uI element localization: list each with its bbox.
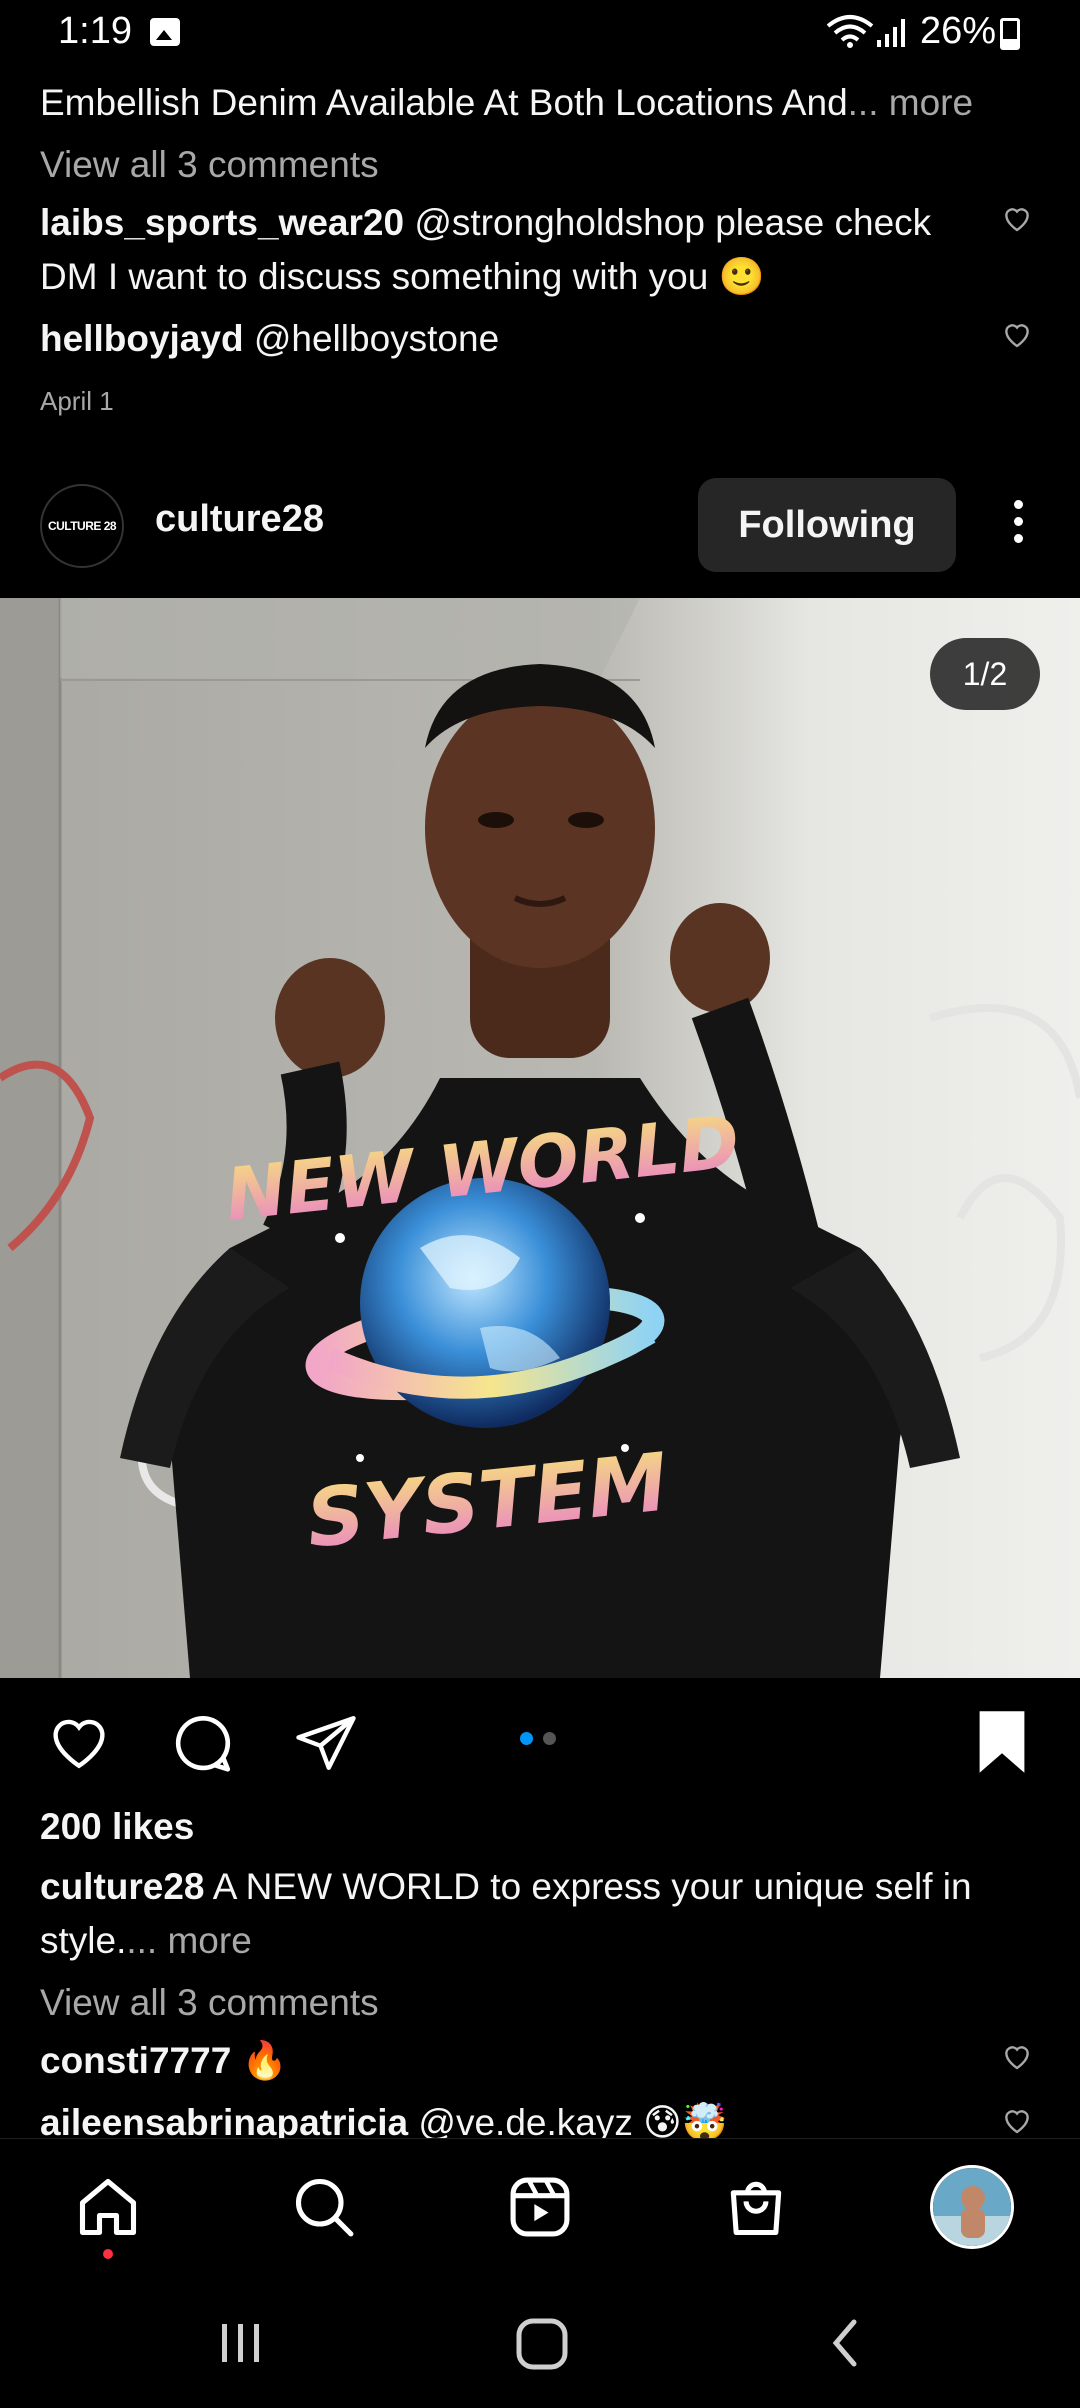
comment-like-heart-icon[interactable] — [1000, 318, 1034, 350]
prev-view-comments[interactable]: View all 3 comments — [40, 138, 379, 192]
prev-post-date: April 1 — [40, 386, 114, 416]
back-icon[interactable] — [826, 2318, 866, 2368]
prev-comment-2: hellboyjayd @hellboystone — [40, 312, 499, 366]
post-caption: culture28 A NEW WORLD to express your un… — [40, 1860, 1040, 1968]
battery-icon — [1000, 18, 1020, 50]
status-bar: 1:19 26% — [0, 0, 1080, 64]
comment-text: @hellboystone — [253, 318, 500, 359]
bottom-navigation — [0, 2138, 1080, 2278]
comment-text: 🔥 — [241, 2040, 288, 2081]
search-icon — [295, 2178, 354, 2237]
avatar-logo-text: CULTURE 28 — [47, 519, 117, 533]
bookmark-icon[interactable] — [974, 1708, 1030, 1776]
shop-icon — [730, 2181, 782, 2236]
nav-home[interactable] — [68, 2167, 148, 2247]
share-icon[interactable] — [292, 1710, 360, 1776]
prev-comment-1: laibs_sports_wear20 @strongholdshop plea… — [40, 196, 980, 304]
wifi-icon — [826, 15, 874, 48]
status-time: 1:19 — [58, 10, 132, 52]
comment-like-heart-icon[interactable] — [1000, 202, 1034, 234]
profile-photo — [933, 2168, 1011, 2246]
image-counter: 1/2 — [930, 638, 1040, 710]
nav-profile-avatar[interactable] — [930, 2165, 1014, 2249]
home-button-icon[interactable] — [514, 2316, 570, 2372]
post-photo-illustration: NEW WORLD SYSTEM — [0, 598, 1080, 1678]
battery-percent: 26% — [920, 10, 997, 52]
likes-count[interactable]: 200 likes — [40, 1800, 194, 1854]
instagram-feed-screen: 1:19 26% Embellish Denim Available At Bo… — [0, 0, 1080, 2408]
heart-icon[interactable] — [44, 1708, 114, 1774]
home-icon — [79, 2178, 137, 2236]
post-avatar[interactable]: CULTURE 28 — [40, 484, 124, 568]
comment-icon[interactable] — [168, 1708, 238, 1778]
comment-like-heart-icon[interactable] — [1000, 2104, 1034, 2136]
post-image[interactable]: NEW WORLD SYSTEM 1/2 — [0, 598, 1080, 1678]
recents-icon[interactable] — [216, 2318, 266, 2368]
carousel-indicator — [520, 1732, 566, 1750]
comment-text-2: DM I want to discuss something with you … — [40, 256, 765, 297]
caption-text-2: style. — [40, 1920, 127, 1961]
post-username[interactable]: culture28 — [155, 498, 324, 541]
following-button[interactable]: Following — [698, 478, 956, 572]
caption-text: A NEW WORLD to express your unique self … — [212, 1866, 972, 1907]
gallery-icon — [150, 18, 180, 46]
comment-username[interactable]: laibs_sports_wear20 — [40, 202, 404, 243]
view-all-comments[interactable]: View all 3 comments — [40, 1976, 379, 2030]
comment-username[interactable]: aileensabrinapatricia — [40, 2102, 408, 2138]
system-navigation-bar — [0, 2278, 1080, 2408]
nav-search[interactable] — [284, 2167, 364, 2247]
reels-icon — [510, 2177, 570, 2237]
prev-caption-text: Embellish Denim Available At Both Locati… — [40, 82, 848, 123]
signal-icon — [877, 19, 905, 47]
comment-text: @strongholdshop please check — [414, 202, 932, 243]
prev-caption: Embellish Denim Available At Both Locati… — [40, 76, 1040, 130]
comment-like-heart-icon[interactable] — [1000, 2040, 1034, 2072]
prev-caption-more[interactable]: ... more — [848, 82, 973, 123]
comment-2: aileensabrinapatricia @ve.de.kayz 😰🤯 — [40, 2096, 728, 2138]
caption-more[interactable]: ... more — [126, 1920, 251, 1961]
comment-text: @ve.de.kayz 😰🤯 — [418, 2102, 728, 2138]
comment-1: consti7777 🔥 — [40, 2034, 288, 2088]
more-options-icon[interactable] — [1000, 500, 1036, 550]
nav-shop[interactable] — [716, 2167, 796, 2247]
notification-dot — [103, 2249, 113, 2259]
comment-username[interactable]: hellboyjayd — [40, 318, 244, 359]
nav-reels[interactable] — [500, 2167, 580, 2247]
caption-username[interactable]: culture28 — [40, 1866, 205, 1907]
comment-username[interactable]: consti7777 — [40, 2040, 231, 2081]
